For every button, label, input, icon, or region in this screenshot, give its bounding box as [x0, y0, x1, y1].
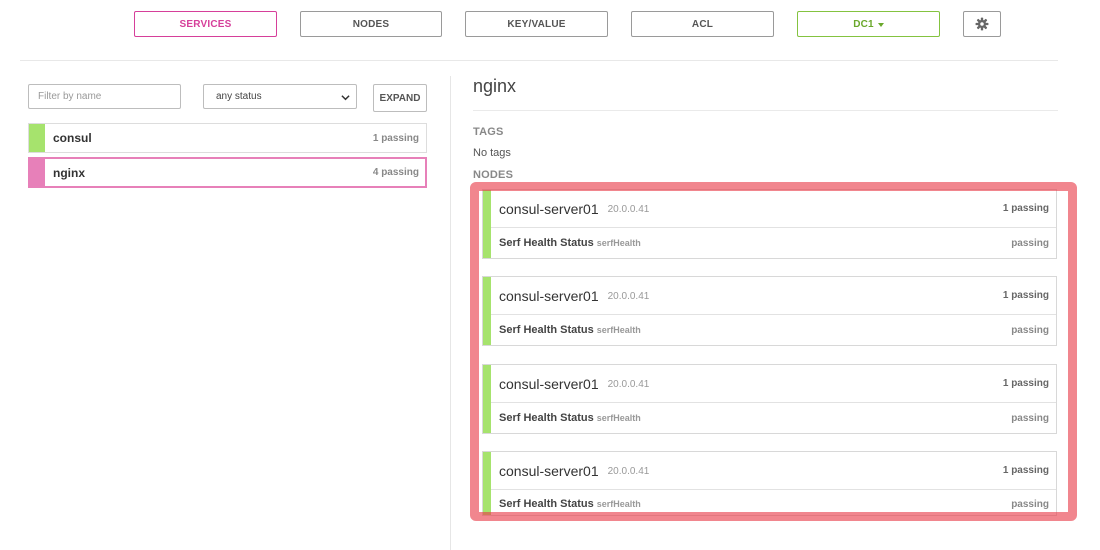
- expand-label: EXPAND: [379, 92, 421, 104]
- nav-nodes-button[interactable]: NODES: [300, 11, 442, 37]
- node-header[interactable]: consul-server01 20.0.0.41 1 passing: [491, 277, 1056, 315]
- node-address: 20.0.0.41: [607, 466, 650, 477]
- node-header[interactable]: consul-server01 20.0.0.41 1 passing: [491, 190, 1056, 228]
- health-check-row[interactable]: Serf Health Status serfHealth passing: [491, 228, 1056, 258]
- datacenter-dropdown[interactable]: DC1: [797, 11, 940, 37]
- check-id: serfHealth: [596, 238, 641, 248]
- gear-icon: [975, 17, 989, 31]
- service-name: consul: [53, 131, 92, 145]
- nav-acl-button[interactable]: ACL: [631, 11, 774, 37]
- node-card: consul-server01 20.0.0.41 1 passing Serf…: [482, 364, 1057, 434]
- service-passing-count: 4 passing: [372, 167, 419, 178]
- filter-by-name-input[interactable]: [28, 84, 181, 109]
- check-name: Serf Health Status: [499, 412, 594, 424]
- check-name: Serf Health Status: [499, 237, 594, 249]
- service-name: nginx: [53, 165, 85, 180]
- nav-key-value-button[interactable]: KEY/VALUE: [465, 11, 608, 37]
- check-id: serfHealth: [596, 499, 641, 509]
- title-divider: [473, 110, 1058, 111]
- node-address: 20.0.0.41: [607, 204, 650, 215]
- health-check-row[interactable]: Serf Health Status serfHealth passing: [491, 403, 1056, 433]
- nav-nodes-label: NODES: [352, 18, 390, 30]
- service-item-consul[interactable]: consul 1 passing: [28, 123, 427, 153]
- column-divider: [450, 76, 451, 550]
- node-status-bar: [483, 365, 491, 433]
- datacenter-label: DC1: [853, 18, 874, 30]
- check-status: passing: [1011, 324, 1049, 336]
- check-status: passing: [1011, 237, 1049, 249]
- check-name: Serf Health Status: [499, 498, 594, 510]
- settings-button[interactable]: [963, 11, 1001, 37]
- node-card: consul-server01 20.0.0.41 1 passing Serf…: [482, 276, 1057, 346]
- node-name: consul-server01: [499, 462, 599, 479]
- node-card: consul-server01 20.0.0.41 1 passing Serf…: [482, 451, 1057, 516]
- node-passing-count: 1 passing: [1002, 378, 1049, 389]
- check-name: Serf Health Status: [499, 324, 594, 336]
- node-status-bar: [483, 190, 491, 258]
- node-passing-count: 1 passing: [1002, 290, 1049, 301]
- node-status-bar: [483, 452, 491, 515]
- check-status: passing: [1011, 412, 1049, 424]
- node-name: consul-server01: [499, 200, 599, 217]
- service-status-bar: [29, 158, 45, 187]
- node-status-bar: [483, 277, 491, 345]
- chevron-down-icon: [341, 95, 350, 101]
- node-address: 20.0.0.41: [607, 379, 650, 390]
- service-status-bar: [29, 124, 45, 152]
- node-address: 20.0.0.41: [607, 291, 650, 302]
- tags-heading: TAGS: [473, 126, 504, 138]
- top-nav: SERVICES NODES KEY/VALUE ACL DC1: [0, 0, 1100, 60]
- service-passing-count: 1 passing: [372, 132, 419, 144]
- nav-divider: [20, 60, 1058, 61]
- check-id: serfHealth: [596, 325, 641, 335]
- health-check-row[interactable]: Serf Health Status serfHealth passing: [491, 315, 1056, 345]
- status-filter-select[interactable]: any status: [203, 84, 357, 109]
- nav-key-value-label: KEY/VALUE: [507, 18, 566, 30]
- service-item-nginx[interactable]: nginx 4 passing: [28, 157, 427, 188]
- nodes-heading: NODES: [473, 169, 514, 181]
- nav-services-button[interactable]: SERVICES: [134, 11, 277, 37]
- tags-value: No tags: [473, 147, 511, 159]
- node-passing-count: 1 passing: [1002, 203, 1049, 214]
- node-header[interactable]: consul-server01 20.0.0.41 1 passing: [491, 365, 1056, 403]
- check-status: passing: [1011, 498, 1049, 510]
- expand-button[interactable]: EXPAND: [373, 84, 427, 112]
- node-passing-count: 1 passing: [1002, 465, 1049, 476]
- service-list: consul 1 passing nginx 4 passing: [28, 123, 427, 192]
- health-check-row[interactable]: Serf Health Status serfHealth passing: [491, 490, 1056, 515]
- status-filter-value: any status: [216, 91, 262, 102]
- node-header[interactable]: consul-server01 20.0.0.41 1 passing: [491, 452, 1056, 490]
- caret-down-icon: [877, 22, 884, 27]
- node-name: consul-server01: [499, 287, 599, 304]
- check-id: serfHealth: [596, 413, 641, 423]
- nav-services-label: SERVICES: [179, 18, 232, 30]
- node-name: consul-server01: [499, 375, 599, 392]
- service-detail-title: nginx: [473, 76, 517, 96]
- node-card: consul-server01 20.0.0.41 1 passing Serf…: [482, 189, 1057, 259]
- nav-acl-label: ACL: [691, 18, 714, 30]
